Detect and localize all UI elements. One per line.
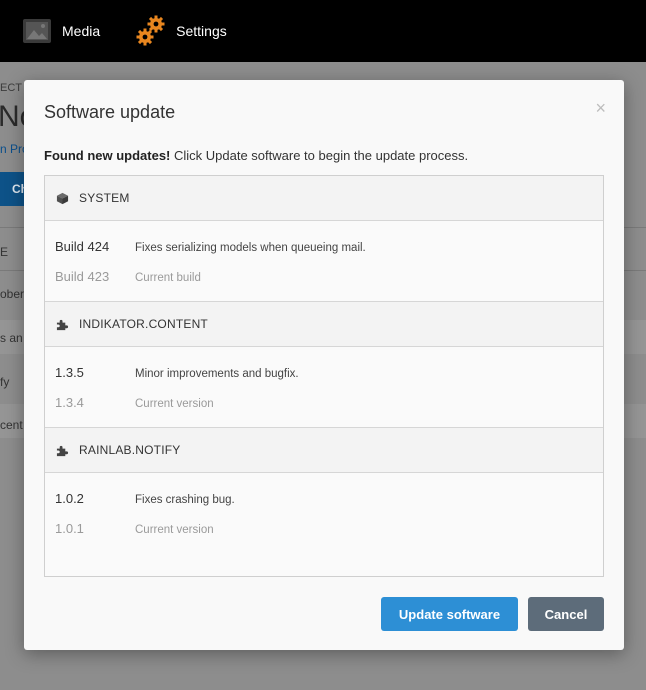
close-icon[interactable]: × <box>595 98 606 118</box>
nav-label-media: Media <box>62 23 101 39</box>
nav-item-settings[interactable]: Settings <box>136 0 227 62</box>
current-version: 1.3.4 <box>55 395 84 410</box>
background-row: s an <box>0 331 23 345</box>
intro-bold-text: Found new updates! <box>44 148 171 163</box>
section-name: SYSTEM <box>79 191 130 205</box>
dialog-title: Software update <box>44 102 176 122</box>
update-section-header: INDIKATOR.CONTENT <box>45 301 603 347</box>
gear-icon <box>136 15 166 47</box>
media-icon <box>22 17 52 45</box>
new-version-row: Build 424 Fixes serializing models when … <box>55 239 366 254</box>
updates-list: SYSTEM Build 424 Fixes serializing model… <box>44 175 604 577</box>
top-navigation-bar: Media Settings <box>0 0 646 62</box>
new-version-description: Minor improvements and bugfix. <box>135 368 299 380</box>
update-section-body: Build 424 Fixes serializing models when … <box>45 221 603 301</box>
current-version-row: 1.0.1 Current version <box>55 521 214 536</box>
current-version-description: Current version <box>135 524 214 536</box>
dialog-intro-text: Found new updates! Click Update software… <box>44 148 468 163</box>
background-column-head: E <box>0 245 9 259</box>
current-version-description: Current version <box>135 398 214 410</box>
section-name: INDIKATOR.CONTENT <box>79 317 208 331</box>
new-version-row: 1.3.5 Minor improvements and bugfix. <box>55 365 299 380</box>
new-version: 1.0.2 <box>55 491 84 506</box>
puzzle-icon <box>55 443 69 457</box>
new-version-row: 1.0.2 Fixes crashing bug. <box>55 491 235 506</box>
update-section-header: SYSTEM <box>45 176 603 221</box>
current-version-description: Current build <box>135 272 201 284</box>
current-version-row: Build 423 Current build <box>55 269 201 284</box>
update-software-button[interactable]: Update software <box>381 597 518 631</box>
nav-item-media[interactable]: Media <box>22 0 100 62</box>
intro-rest-text: Click Update software to begin the updat… <box>170 148 469 163</box>
nav-label-settings: Settings <box>176 23 227 39</box>
background-row: fy <box>0 375 10 389</box>
puzzle-icon <box>55 317 69 331</box>
cube-icon <box>55 191 69 205</box>
update-section-body: 1.3.5 Minor improvements and bugfix. 1.3… <box>45 347 603 427</box>
current-version: Build 423 <box>55 269 110 284</box>
current-version-row: 1.3.4 Current version <box>55 395 214 410</box>
current-version: 1.0.1 <box>55 521 84 536</box>
background-row: ober <box>0 287 25 301</box>
new-version-description: Fixes crashing bug. <box>135 494 235 506</box>
update-section-header: RAINLAB.NOTIFY <box>45 427 603 473</box>
new-version-description: Fixes serializing models when queueing m… <box>135 242 366 254</box>
update-section-body: 1.0.2 Fixes crashing bug. 1.0.1 Current … <box>45 473 603 553</box>
cancel-button[interactable]: Cancel <box>528 597 604 631</box>
section-name: RAINLAB.NOTIFY <box>79 443 181 457</box>
background-breadcrumb: ECT <box>0 82 22 94</box>
software-update-dialog: Software update × Found new updates! Cli… <box>24 80 624 650</box>
new-version: Build 424 <box>55 239 110 254</box>
background-row: cent <box>0 418 23 432</box>
new-version: 1.3.5 <box>55 365 84 380</box>
